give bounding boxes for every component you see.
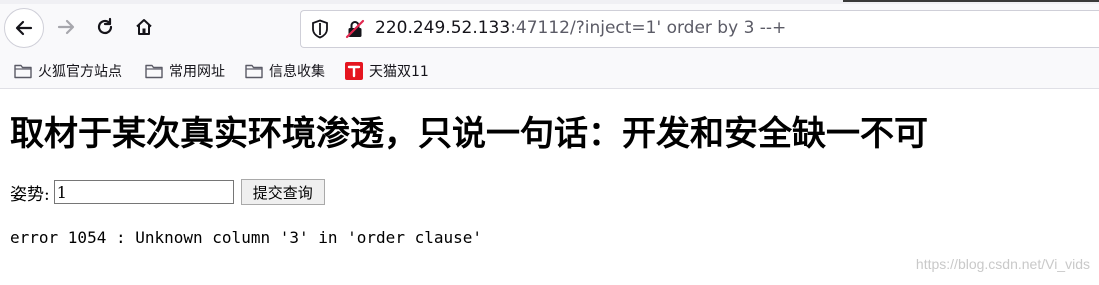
bookmark-item[interactable]: 火狐官方站点 (14, 61, 122, 81)
submit-button[interactable]: 提交查询 (240, 179, 325, 205)
error-message: error 1054 : Unknown column '3' in 'orde… (10, 228, 483, 247)
folder-icon (14, 64, 32, 79)
bookmark-label: 天猫双11 (369, 64, 429, 80)
home-icon (136, 19, 152, 35)
shield-icon[interactable] (311, 19, 329, 39)
watermark-text: https://blog.csdn.net/Vi_vids (915, 256, 1090, 272)
url-path: :47112/?inject=1' order by 3 --+ (510, 18, 787, 38)
url-host: 220.249.52.133 (375, 18, 511, 38)
address-bar[interactable]: 220.249.52.133:47112/?inject=1' order by… (300, 10, 1099, 48)
tmall-icon (345, 62, 363, 80)
url-text[interactable]: 220.249.52.133:47112/?inject=1' order by… (375, 18, 786, 38)
input-label: 姿势: (10, 184, 50, 205)
navigation-toolbar: 220.249.52.133:47112/?inject=1' order by… (0, 4, 1099, 54)
folder-icon (245, 64, 263, 79)
arrow-right-icon (57, 19, 75, 35)
arrow-left-icon (15, 20, 33, 36)
bookmark-item[interactable]: 天猫双11 (345, 61, 429, 81)
inject-form: 姿势: 提交查询 (10, 178, 325, 206)
reload-button[interactable] (86, 8, 124, 46)
back-button[interactable] (4, 8, 44, 48)
bookmark-label: 信息收集 (269, 64, 325, 80)
reload-icon (97, 17, 113, 35)
inject-input[interactable] (53, 180, 234, 204)
bookmark-label: 火狐官方站点 (38, 64, 122, 80)
bookmark-item[interactable]: 常用网址 (145, 61, 225, 81)
page-heading: 取材于某次真实环境渗透，只说一句话：开发和安全缺一不可 (10, 114, 928, 154)
bookmark-label: 常用网址 (169, 64, 225, 80)
insecure-lock-icon[interactable] (345, 19, 365, 39)
home-button[interactable] (125, 8, 163, 46)
bookmark-item[interactable]: 信息收集 (245, 61, 325, 81)
tab-strip-edge (843, 0, 1099, 2)
bookmarks-toolbar: 火狐官方站点 常用网址 信息收集 天猫双11 (0, 54, 1099, 89)
forward-button[interactable] (47, 8, 85, 46)
folder-icon (145, 64, 163, 79)
